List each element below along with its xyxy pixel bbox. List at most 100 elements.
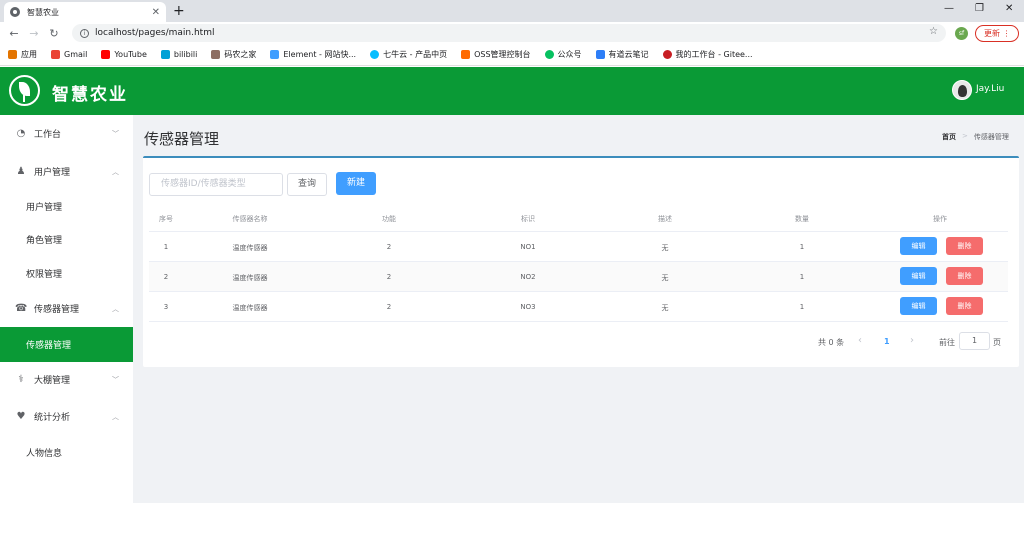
column-header-quantity: 数量	[795, 215, 809, 223]
profile-avatar[interactable]: sf	[955, 27, 968, 40]
sidebar-item-dashboard[interactable]: ◔ 工作台 ﹀	[0, 116, 133, 151]
pagination-unit-label: 页	[993, 338, 1001, 347]
apps-icon	[8, 50, 17, 59]
breadcrumb-home[interactable]: 首页	[942, 132, 956, 142]
cell-index: 3	[163, 303, 169, 311]
bookmark-element[interactable]: Element - 网站快...	[270, 49, 356, 60]
browser-tab-strip: 智慧农业 ✕ + — ❐ ✕	[0, 0, 1024, 22]
heartbeat-icon: ♥	[16, 410, 26, 422]
cell-identifier: NO1	[520, 243, 536, 251]
cell-quantity: 1	[799, 243, 805, 251]
chevron-up-icon: ︿	[112, 167, 119, 176]
chevron-up-icon: ︿	[112, 304, 119, 313]
forward-icon[interactable]: →	[26, 27, 42, 40]
bookmark-qiniu[interactable]: 七牛云 - 产品中页	[370, 49, 447, 60]
update-button[interactable]: 更新 ⋮	[975, 25, 1019, 42]
sidebar-item-person-info[interactable]: 人物信息	[0, 435, 133, 470]
cell-name: 温度传感器	[232, 304, 268, 312]
gitee-icon	[662, 50, 672, 59]
cell-description: 无	[661, 274, 669, 282]
youtube-icon	[101, 50, 111, 59]
new-tab-icon[interactable]: +	[173, 2, 185, 20]
globe-icon	[10, 7, 20, 17]
pagination-goto-input[interactable]: 1	[959, 332, 990, 350]
edit-button[interactable]: 编辑	[900, 237, 937, 255]
address-bar: ← → ↻ i localhost/pages/main.html ☆	[0, 22, 1024, 44]
leaf-logo-icon	[9, 75, 40, 106]
new-button[interactable]: 新建	[336, 172, 376, 195]
cell-index: 1	[163, 243, 169, 251]
query-button[interactable]: 查询	[287, 173, 327, 196]
cell-name: 温度传感器	[232, 244, 268, 252]
bookmark-apps[interactable]: 应用	[8, 49, 37, 60]
cell-quantity: 1	[799, 303, 805, 311]
youdao-icon	[595, 50, 605, 59]
column-header-identifier: 标识	[521, 215, 535, 223]
restore-icon[interactable]: ❐	[975, 3, 984, 14]
user-icon: ♟	[16, 165, 26, 177]
sidebar-item-greenhouse[interactable]: ⚕ 大棚管理 ﹀	[0, 362, 133, 397]
window-close-icon[interactable]: ✕	[1005, 3, 1013, 14]
user-name[interactable]: Jay.Liu	[976, 84, 1004, 94]
column-header-description: 描述	[658, 215, 672, 223]
sidebar-item-users[interactable]: 用户管理	[0, 189, 133, 224]
cell-function: 2	[386, 303, 392, 311]
delete-button[interactable]: 删除	[946, 297, 983, 315]
breadcrumb: 首页 > 传感器管理	[942, 132, 1009, 142]
stethoscope-icon: ⚕	[18, 373, 24, 385]
sidebar-item-sensor-group[interactable]: ☎ 传感器管理 ︿	[0, 291, 133, 326]
gmail-icon	[51, 50, 60, 59]
pagination-current-page[interactable]: 1	[884, 337, 890, 346]
chevron-down-icon: ﹀	[112, 129, 119, 138]
delete-button[interactable]: 删除	[946, 237, 983, 255]
qiniu-icon	[370, 50, 380, 59]
minimize-icon[interactable]: —	[944, 3, 954, 14]
url-text: localhost/pages/main.html	[95, 28, 215, 38]
bookmark-youdao[interactable]: 有道云笔记	[595, 49, 649, 60]
page-title: 传感器管理	[144, 130, 220, 148]
column-header-name: 传感器名称	[232, 215, 268, 223]
bookmark-oss[interactable]: OSS管理控制台	[461, 49, 531, 60]
back-icon[interactable]: ←	[6, 27, 22, 40]
tab-title: 智慧农业	[27, 7, 59, 17]
browser-tab[interactable]: 智慧农业 ✕	[4, 2, 166, 22]
bookmark-manongzhijia[interactable]: 码农之家	[211, 49, 256, 60]
sidebar-item-permissions[interactable]: 权限管理	[0, 256, 133, 291]
column-header-function: 功能	[382, 215, 396, 223]
search-input[interactable]: 传感器ID/传感器类型	[149, 173, 283, 196]
sidebar-item-user-management[interactable]: ♟ 用户管理 ︿	[0, 154, 133, 189]
close-icon[interactable]: ✕	[152, 7, 160, 18]
star-icon[interactable]: ☆	[929, 26, 938, 37]
url-field[interactable]: i localhost/pages/main.html ☆	[72, 24, 946, 42]
bookmark-wechat[interactable]: 公众号	[544, 49, 582, 60]
cell-identifier: NO3	[520, 303, 536, 311]
cell-description: 无	[661, 304, 669, 312]
chevron-left-icon[interactable]: ‹	[858, 335, 862, 346]
chevron-right-icon[interactable]: ›	[910, 335, 914, 346]
app-header: 智慧农业	[0, 67, 1024, 115]
bookmark-gmail[interactable]: Gmail	[51, 50, 87, 59]
user-avatar[interactable]	[952, 80, 972, 100]
cell-description: 无	[661, 244, 669, 252]
element-icon	[270, 50, 280, 59]
wechat-icon	[544, 50, 554, 59]
delete-button[interactable]: 删除	[946, 267, 983, 285]
column-header-actions: 操作	[933, 215, 947, 223]
bilibili-icon	[160, 50, 170, 59]
edit-button[interactable]: 编辑	[900, 297, 937, 315]
breadcrumb-current: 传感器管理	[973, 133, 1009, 141]
sidebar-item-statistics[interactable]: ♥ 统计分析 ︿	[0, 399, 133, 434]
info-icon[interactable]: i	[80, 28, 89, 38]
sidebar-item-sensors[interactable]: 传感器管理	[0, 327, 133, 362]
cell-function: 2	[386, 273, 392, 281]
bookmark-bilibili[interactable]: bilibili	[160, 50, 197, 59]
bookmark-gitee[interactable]: 我的工作台 - Gitee...	[662, 49, 753, 60]
cell-identifier: NO2	[520, 273, 536, 281]
sidebar-item-roles[interactable]: 角色管理	[0, 222, 133, 257]
edit-button[interactable]: 编辑	[900, 267, 937, 285]
reload-icon[interactable]: ↻	[46, 27, 62, 40]
cell-function: 2	[386, 243, 392, 251]
bookmark-youtube[interactable]: YouTube	[101, 50, 147, 59]
coder-icon	[211, 50, 221, 59]
cell-name: 温度传感器	[232, 274, 268, 282]
